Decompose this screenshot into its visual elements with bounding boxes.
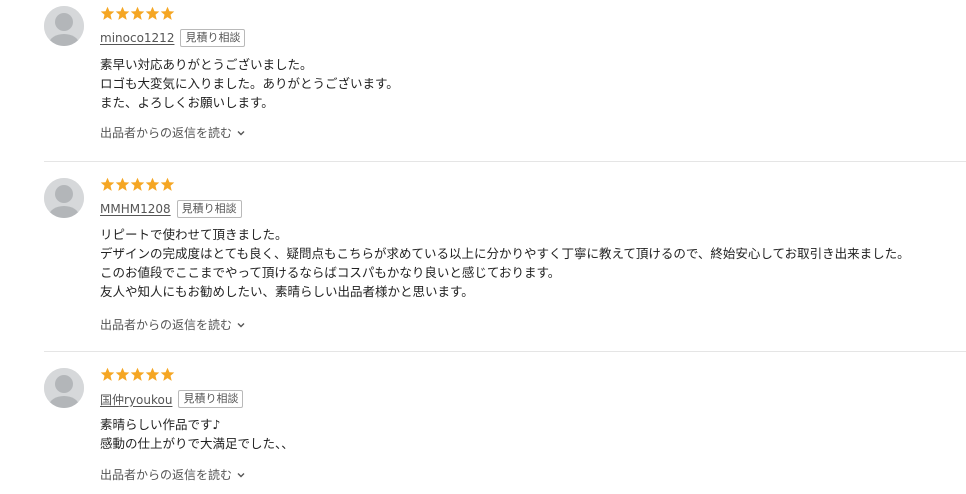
comment-line: 感動の仕上がりで大満足でした、、	[100, 436, 294, 451]
star-icon	[160, 6, 175, 20]
read-seller-reply-link[interactable]: 出品者からの返信を読む	[100, 316, 246, 333]
chevron-down-icon	[237, 472, 245, 477]
star-icon	[100, 6, 115, 20]
star-rating	[100, 177, 175, 193]
star-icon	[145, 177, 160, 191]
star-icon	[160, 367, 175, 381]
comment-line: リピートで使わせて頂きました。	[100, 227, 288, 242]
avatar[interactable]	[44, 6, 84, 46]
reply-label: 出品者からの返信を読む	[100, 126, 233, 140]
star-icon	[160, 177, 175, 191]
comment-line: このお値段でここまでやって頂けるならばコスパもかなり良いと感じております。	[100, 265, 561, 280]
chevron-down-icon	[237, 130, 245, 135]
reviewer-name-link[interactable]: MMHM1208	[100, 202, 171, 216]
estimate-consultation-badge: 見積り相談	[176, 200, 242, 218]
star-icon	[115, 177, 130, 191]
reviewer-info: MMHM1208 見積り相談	[100, 199, 242, 219]
star-icon	[100, 177, 115, 191]
comment-line: 素早い対応ありがとうございました。	[100, 57, 313, 72]
star-icon	[115, 367, 130, 381]
user-avatar-icon	[44, 368, 84, 408]
comment-line: また、よろしくお願いします。	[100, 95, 274, 110]
comment-line: 素晴らしい作品です♪	[100, 417, 221, 432]
estimate-consultation-badge: 見積り相談	[178, 390, 244, 408]
chevron-down-icon	[237, 322, 245, 327]
star-icon	[130, 177, 145, 191]
review-comment: リピートで使わせて頂きました。 デザインの完成度はとても良く、疑問点もこちらが求…	[100, 225, 910, 301]
star-rating	[100, 6, 175, 22]
star-icon	[130, 6, 145, 20]
star-icon	[100, 367, 115, 381]
reply-label: 出品者からの返信を読む	[100, 468, 233, 482]
avatar[interactable]	[44, 178, 84, 218]
estimate-consultation-badge: 見積り相談	[180, 29, 246, 47]
reviewer-info: minoco1212 見積り相談	[100, 28, 246, 48]
read-seller-reply-link[interactable]: 出品者からの返信を読む	[100, 466, 246, 483]
review-divider	[44, 351, 966, 352]
star-icon	[145, 367, 160, 381]
review-comment: 素早い対応ありがとうございました。 ロゴも大変気に入りました。ありがとうございま…	[100, 55, 399, 112]
read-seller-reply-link[interactable]: 出品者からの返信を読む	[100, 124, 246, 141]
reviewer-name-link[interactable]: minoco1212	[100, 31, 174, 45]
star-icon	[130, 367, 145, 381]
review-divider	[44, 161, 966, 162]
comment-line: 友人や知人にもお勧めしたい、素晴らしい出品者様かと思います。	[100, 284, 474, 299]
review-comment: 素晴らしい作品です♪ 感動の仕上がりで大満足でした、、	[100, 415, 294, 453]
user-avatar-icon	[44, 178, 84, 218]
reviewer-name-link[interactable]: 国仲ryoukou	[100, 391, 172, 408]
reply-label: 出品者からの返信を読む	[100, 318, 233, 332]
star-icon	[145, 6, 160, 20]
user-avatar-icon	[44, 6, 84, 46]
star-icon	[115, 6, 130, 20]
avatar[interactable]	[44, 368, 84, 408]
star-rating	[100, 367, 175, 383]
comment-line: ロゴも大変気に入りました。ありがとうございます。	[100, 76, 399, 91]
reviewer-info: 国仲ryoukou 見積り相談	[100, 389, 244, 409]
comment-line: デザインの完成度はとても良く、疑問点もこちらが求めている以上に分かりやすく丁寧に…	[100, 246, 910, 261]
